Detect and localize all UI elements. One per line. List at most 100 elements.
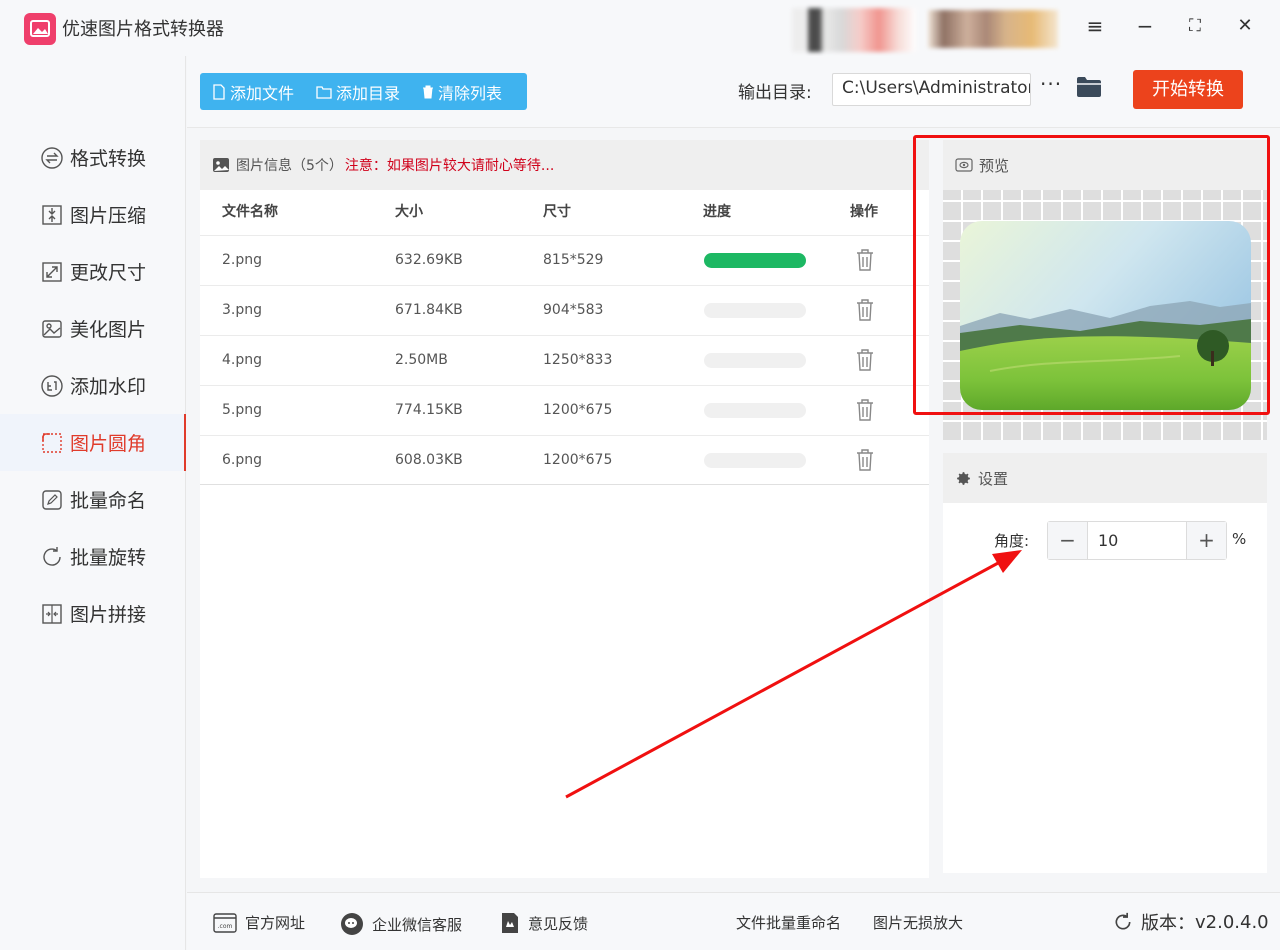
version-label: 版本： [1141, 913, 1195, 934]
progress-fill [704, 253, 806, 268]
file-actions-group: 添加文件 添加目录 清除列表 [200, 73, 527, 110]
website-icon: .com [213, 912, 237, 933]
sidebar-item-label: 美化图片 [70, 319, 147, 341]
version-info[interactable]: 版本： v2.0.4.0 [1113, 909, 1269, 935]
compress-icon [42, 204, 62, 225]
feedback-icon [502, 913, 518, 933]
chat-icon [341, 913, 363, 935]
delete-icon[interactable] [855, 398, 875, 422]
lossless-zoom-label: 图片无损放大 [873, 914, 964, 932]
close-icon[interactable]: ✕ [1233, 14, 1257, 38]
sidebar-item-label: 格式转换 [70, 148, 147, 170]
output-dir-input[interactable]: C:\Users\Administrator\ [832, 73, 1031, 106]
column-header-dimensions: 尺寸 [543, 204, 571, 220]
batch-rename-link[interactable]: 文件批量重命名 [736, 912, 841, 933]
toolbar: 添加文件 添加目录 清除列表 输出目录: C:\Users\Administra… [187, 56, 1280, 128]
sidebar-item-batch-rotate[interactable]: 批量旋转 [0, 528, 186, 585]
sidebar-item-label: 图片拼接 [70, 604, 147, 626]
angle-input[interactable]: 10 [1087, 522, 1187, 559]
file-dimensions-cell: 1200*675 [543, 452, 613, 468]
add-directory-button[interactable]: 添加目录 [304, 73, 410, 110]
percent-unit: % [1232, 530, 1247, 548]
progress-bar [704, 253, 806, 268]
decrement-button[interactable]: − [1048, 522, 1087, 559]
delete-icon[interactable] [855, 248, 875, 272]
file-name-cell: 3.png [222, 302, 263, 318]
delete-icon[interactable] [855, 448, 875, 472]
column-header-size: 大小 [395, 204, 423, 220]
output-dir-label: 输出目录: [738, 83, 812, 103]
sidebar-item-batch-rename[interactable]: 批量命名 [0, 471, 186, 528]
progress-bar [704, 453, 806, 468]
progress-bar [704, 303, 806, 318]
progress-bar [704, 353, 806, 368]
beautify-icon [42, 319, 62, 338]
list-divider [200, 484, 929, 485]
file-count-title: 图片信息（5个） [236, 158, 343, 174]
file-list-header: 图片信息（5个） 注意：如果图片较大请耐心等待... [200, 140, 929, 190]
add-file-button[interactable]: 添加文件 [200, 73, 304, 110]
sidebar-item-beautify[interactable]: 美化图片 [0, 300, 186, 357]
file-dimensions-cell: 1250*833 [543, 352, 613, 368]
app-logo [24, 13, 56, 45]
progress-bar [704, 403, 806, 418]
clear-list-button[interactable]: 清除列表 [410, 73, 512, 110]
sidebar-item-format-convert[interactable]: 格式转换 [0, 129, 186, 186]
settings-panel: 设置 角度: − 10 + % [943, 453, 1267, 873]
rename-icon [42, 489, 62, 510]
sidebar-item-label: 添加水印 [70, 376, 147, 398]
start-convert-button[interactable]: 开始转换 [1133, 70, 1243, 109]
table-row[interactable]: 6.png 608.03KB 1200*675 [200, 435, 929, 485]
angle-label: 角度: [994, 532, 1030, 550]
wechat-service-link[interactable]: 企业微信客服 [340, 912, 462, 936]
folder-outline-icon [316, 85, 332, 99]
sidebar-item-resize[interactable]: 更改尺寸 [0, 243, 186, 300]
file-dimensions-cell: 904*583 [543, 302, 604, 318]
gear-icon [957, 471, 970, 485]
feedback-label: 意见反馈 [528, 914, 589, 933]
sidebar-item-label: 批量旋转 [70, 547, 147, 569]
table-row[interactable]: 5.png 774.15KB 1200*675 [200, 385, 929, 435]
file-list-panel: 图片信息（5个） 注意：如果图片较大请耐心等待... 文件名称 大小 尺寸 进度… [200, 140, 929, 878]
delete-icon[interactable] [855, 298, 875, 322]
user-avatar[interactable] [792, 8, 916, 52]
stitch-icon [42, 603, 62, 624]
refresh-icon [1115, 912, 1131, 930]
file-name-cell: 6.png [222, 452, 263, 468]
sidebar-item-compress[interactable]: 图片压缩 [0, 186, 186, 243]
resize-icon [42, 261, 62, 282]
add-directory-label: 添加目录 [336, 83, 401, 103]
rotate-icon [43, 546, 61, 566]
user-name[interactable] [928, 10, 1058, 48]
lossless-zoom-link[interactable]: 图片无损放大 [873, 912, 963, 933]
footer: .com 官方网址 企业微信客服 意见反馈 文件批量重命名 图片无损放大 版本：… [187, 892, 1280, 950]
file-size-cell: 2.50MB [395, 352, 448, 368]
table-row[interactable]: 3.png 671.84KB 904*583 [200, 285, 929, 335]
file-name-cell: 5.png [222, 402, 263, 418]
sidebar-item-stitch[interactable]: 图片拼接 [0, 585, 186, 642]
table-row[interactable]: 4.png 2.50MB 1250*833 [200, 335, 929, 385]
delete-icon[interactable] [855, 348, 875, 372]
sidebar-item-watermark[interactable]: 添加水印 [0, 357, 186, 414]
wechat-service-label: 企业微信客服 [372, 915, 463, 934]
trash-icon [423, 85, 434, 98]
add-file-label: 添加文件 [230, 83, 295, 103]
sidebar-item-label: 图片圆角 [70, 433, 147, 455]
more-options-button[interactable]: ··· [1040, 72, 1062, 96]
menu-icon[interactable]: ≡ [1083, 14, 1107, 38]
sidebar-item-rounded-corner[interactable]: 图片圆角 [0, 414, 186, 471]
minimize-icon[interactable]: − [1133, 14, 1157, 38]
feedback-link[interactable]: 意见反馈 [500, 912, 588, 934]
website-link[interactable]: .com 官方网址 [213, 912, 305, 933]
image-icon [213, 158, 229, 172]
swap-icon [41, 146, 63, 169]
sidebar-item-label: 图片压缩 [70, 205, 147, 227]
table-row[interactable]: 2.png 632.69KB 815*529 [200, 235, 929, 285]
maximize-icon[interactable]: ⛶ [1183, 14, 1207, 38]
app-title: 优速图片格式转换器 [62, 19, 224, 40]
annotation-highlight-box [913, 135, 1270, 415]
folder-icon[interactable] [1076, 76, 1102, 98]
increment-button[interactable]: + [1187, 522, 1226, 559]
column-header-action: 操作 [850, 204, 878, 220]
website-label: 官方网址 [245, 914, 306, 932]
